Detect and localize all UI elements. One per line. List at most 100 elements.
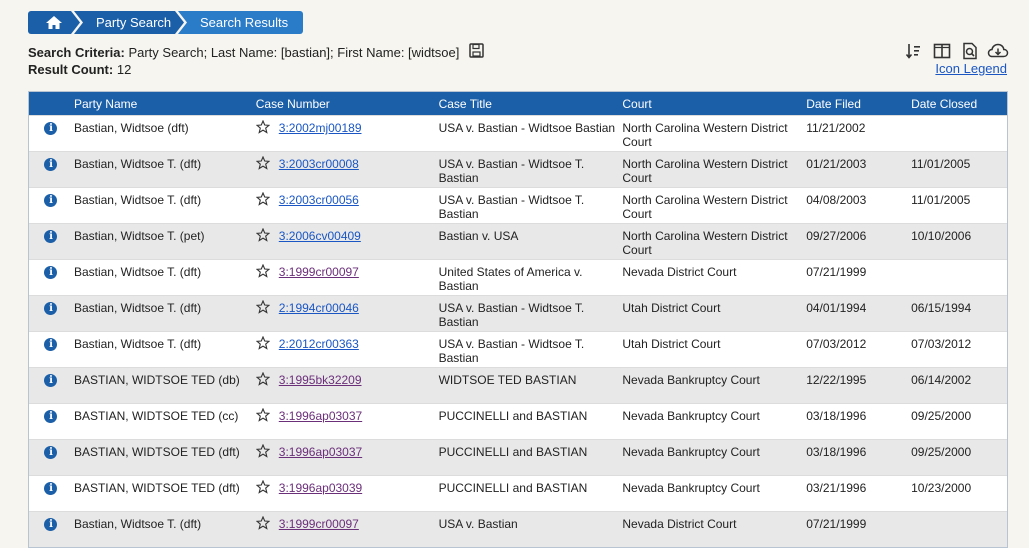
sort-icon[interactable]: [903, 41, 925, 61]
star-icon[interactable]: [255, 155, 272, 173]
info-icon[interactable]: i: [44, 122, 58, 135]
breadcrumb: Party Search Search Results: [28, 11, 303, 34]
case-title-cell: United States of America v. Bastian: [438, 265, 583, 293]
star-icon[interactable]: [255, 515, 272, 533]
date-filed-cell: 07/03/2012: [806, 337, 867, 351]
table-row: i Bastian, Widtsoe (dft) 3:2002mj00189 U…: [29, 115, 1007, 151]
icon-legend-link[interactable]: Icon Legend: [935, 61, 1007, 76]
case-number-link[interactable]: 2:1994cr00046: [279, 301, 359, 315]
case-title-cell: USA v. Bastian - Widtsoe T. Bastian: [438, 193, 585, 221]
case-number-link[interactable]: 3:1999cr00097: [279, 517, 359, 531]
info-icon[interactable]: i: [44, 194, 58, 207]
star-icon[interactable]: [255, 479, 272, 497]
court-cell: Nevada District Court: [622, 265, 737, 279]
case-number-link[interactable]: 3:2002mj00189: [279, 121, 362, 135]
case-title-cell: USA v. Bastian - Widtsoe T. Bastian: [438, 157, 585, 185]
case-number-link[interactable]: 3:1996ap03037: [279, 445, 362, 459]
info-icon[interactable]: i: [44, 482, 58, 495]
date-filed-cell: 03/18/1996: [806, 445, 867, 459]
case-number-cell: 2:1994cr00046: [255, 296, 439, 331]
home-icon: [45, 15, 63, 30]
header-court[interactable]: Court: [622, 97, 806, 111]
table-row: i Bastian, Widtsoe T. (pet) 3:2006cv0040…: [29, 223, 1007, 259]
info-cell: i: [29, 332, 73, 367]
case-number-cell: 2:2012cr00363: [255, 332, 439, 367]
breadcrumb-label: Search Results: [200, 15, 289, 30]
info-icon[interactable]: i: [44, 410, 58, 423]
case-number-link[interactable]: 3:1996ap03039: [279, 481, 362, 495]
info-cell: i: [29, 476, 73, 511]
court-cell: North Carolina Western District Court: [622, 157, 788, 185]
criteria-label: Search Criteria:: [28, 44, 125, 60]
info-icon[interactable]: i: [44, 338, 58, 351]
cloud-download-icon[interactable]: [987, 41, 1009, 61]
case-number-cell: 3:2003cr00056: [255, 188, 439, 223]
party-name-cell: BASTIAN, WIDTSOE TED (dft): [73, 481, 240, 495]
header-date-closed[interactable]: Date Closed: [911, 97, 1007, 111]
case-title-cell: USA v. Bastian - Widtsoe Bastian: [438, 121, 616, 135]
star-icon[interactable]: [255, 335, 272, 353]
header-case-number[interactable]: Case Number: [256, 97, 439, 111]
result-count-label: Result Count:: [28, 62, 114, 77]
case-number-cell: 3:1996ap03037: [255, 404, 439, 439]
columns-icon[interactable]: [931, 41, 953, 61]
header-date-filed[interactable]: Date Filed: [806, 97, 911, 111]
case-number-link[interactable]: 3:2003cr00008: [279, 157, 359, 171]
info-icon[interactable]: i: [44, 158, 58, 171]
case-number-link[interactable]: 3:1995bk32209: [279, 373, 362, 387]
search-criteria: Search Criteria: Party Search; Last Name…: [28, 43, 485, 78]
date-filed-cell: 03/21/1996: [806, 481, 867, 495]
star-icon[interactable]: [255, 443, 272, 461]
star-icon[interactable]: [255, 263, 272, 281]
case-number-link[interactable]: 3:2003cr00056: [279, 193, 359, 207]
save-icon[interactable]: [469, 43, 485, 62]
date-closed-cell: [911, 116, 1007, 151]
case-number-link[interactable]: 3:1999cr00097: [279, 265, 359, 279]
star-icon[interactable]: [255, 299, 272, 317]
table-row: i BASTIAN, WIDTSOE TED (db) 3:1995bk3220…: [29, 367, 1007, 403]
header-case-title[interactable]: Case Title: [439, 97, 623, 111]
star-icon[interactable]: [255, 371, 272, 389]
case-title-cell: USA v. Bastian - Widtsoe T. Bastian: [438, 301, 585, 329]
case-number-cell: 3:1999cr00097: [255, 512, 439, 547]
breadcrumb-label: Party Search: [96, 15, 172, 30]
court-cell: Nevada District Court: [622, 517, 737, 531]
date-closed-cell: 09/25/2000: [911, 445, 972, 459]
table-row: i Bastian, Widtsoe T. (dft) 3:2003cr0000…: [29, 151, 1007, 187]
table-row: i Bastian, Widtsoe T. (dft) 3:2003cr0005…: [29, 187, 1007, 223]
info-icon[interactable]: i: [44, 266, 58, 279]
case-number-link[interactable]: 3:1996ap03037: [279, 409, 362, 423]
breadcrumb-search-results[interactable]: Search Results: [178, 11, 303, 34]
star-icon[interactable]: [255, 191, 272, 209]
table-row: i BASTIAN, WIDTSOE TED (dft) 3:1996ap030…: [29, 439, 1007, 475]
case-number-cell: 3:2002mj00189: [255, 116, 439, 151]
case-title-cell: PUCCINELLI and BASTIAN: [438, 445, 588, 459]
star-icon[interactable]: [255, 227, 272, 245]
info-icon[interactable]: i: [44, 374, 58, 387]
date-closed-cell: 07/03/2012: [911, 337, 972, 351]
table-row: i Bastian, Widtsoe T. (dft) 3:1999cr0009…: [29, 511, 1007, 547]
star-icon[interactable]: [255, 119, 272, 137]
case-number-link[interactable]: 3:2006cv00409: [279, 229, 361, 243]
case-number-cell: 3:2006cv00409: [255, 224, 439, 259]
court-cell: Nevada Bankruptcy Court: [622, 481, 760, 495]
case-number-cell: 3:1995bk32209: [255, 368, 439, 403]
info-icon[interactable]: i: [44, 230, 58, 243]
case-title-cell: USA v. Bastian: [438, 517, 518, 531]
info-icon[interactable]: i: [44, 446, 58, 459]
header-party-name[interactable]: Party Name: [73, 97, 256, 111]
info-icon[interactable]: i: [44, 302, 58, 315]
court-cell: Nevada Bankruptcy Court: [622, 445, 760, 459]
info-cell: i: [29, 404, 73, 439]
breadcrumb-home[interactable]: [28, 11, 80, 34]
breadcrumb-party-search[interactable]: Party Search: [74, 11, 184, 34]
date-filed-cell: 11/21/2002: [806, 121, 866, 135]
case-title-cell: PUCCINELLI and BASTIAN: [438, 409, 588, 423]
search-document-icon[interactable]: [959, 41, 981, 61]
party-name-cell: Bastian, Widtsoe T. (dft): [73, 301, 202, 315]
case-number-cell: 3:2003cr00008: [255, 152, 439, 187]
case-number-link[interactable]: 2:2012cr00363: [279, 337, 359, 351]
info-icon[interactable]: i: [44, 518, 58, 531]
case-number-cell: 3:1999cr00097: [255, 260, 439, 295]
star-icon[interactable]: [255, 407, 272, 425]
